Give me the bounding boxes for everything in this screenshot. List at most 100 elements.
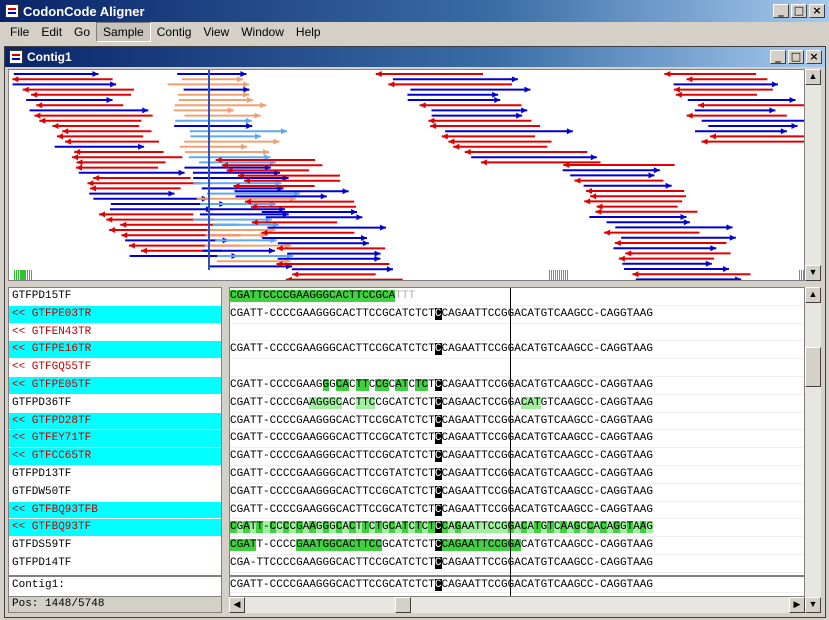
menu-sample[interactable]: Sample [96,22,151,42]
quality-tick [557,270,558,280]
read-sequence[interactable] [230,359,804,377]
read-sequence[interactable]: CGATT-CCCCGAAGGGCACTTCCGCATCTCTCCAGAATTC… [230,341,804,360]
read-sequence[interactable]: CGATTCCCCGAAGGGCACTTCCGCATTT [230,288,804,306]
read-arrowhead [480,159,487,166]
read-name[interactable]: GTFPD15TF [9,288,221,306]
read-sequence[interactable]: CGATT-CCCCGAAGGGCACTTCCGCATCTCTCCAGAATTC… [230,430,804,449]
menu-go[interactable]: Go [68,23,96,41]
read-arrowhead [76,164,83,171]
scroll-right-button[interactable]: ▶ [789,597,805,613]
read-arrowhead [120,221,127,228]
read-arrowhead [632,271,639,278]
read-arrowhead [448,138,455,145]
read-arrowhead [675,91,682,98]
overview-scrollbar[interactable]: ▲ ▼ [805,69,821,281]
read-sequence[interactable]: CGATT-CCCCGAAGGGCACTTCCGCATCTCTCCAGAATTC… [230,484,804,502]
read-sequence[interactable]: CGATT-CCCCGAAGGGCACTTCCGTATCTCTCCAGAATTC… [230,466,804,484]
quality-tick [563,270,564,280]
read-arrowhead [584,198,591,205]
read-arrowhead [430,123,437,129]
alignment-panel[interactable]: CGATTCCCCGAAGGGCACTTCCGCATTT CGATT-CCCCGA… [229,287,805,597]
contig-close-button[interactable]: × [806,50,822,64]
read-arrowhead [574,177,581,184]
read-sequence[interactable]: CGATT-CCCCGAAGGGCACTTCCGCATCTCTCCAGAATTC… [230,413,804,431]
read-name[interactable]: << GTFBQ93TFB [9,501,221,520]
read-arrowhead [56,133,63,140]
contig-maximize-button[interactable]: □ [788,50,804,64]
contig-title-bar[interactable]: Contig1 _ □ × [5,47,825,67]
menu-contig[interactable]: Contig [151,23,198,41]
menu-file[interactable]: File [4,23,35,41]
read-name[interactable]: << GTFEY71TF [9,430,221,449]
quality-tick [803,270,804,280]
read-arrowhead [705,260,712,267]
contig-overview[interactable] [8,69,805,281]
read-name[interactable]: << GTFPE05TF [9,376,221,395]
read-sequence[interactable]: CGATT-CCCCGAAGGGCACTTCTGCATCTCTCCAGAATTC… [230,519,804,538]
read-sequence[interactable]: CGA-TTCCCCGAAGGGCACTTCCGCATCTCTCCAGAATTC… [230,555,804,573]
contig-window: Contig1 _ □ × ▲ ▼ GTFPD15TF << GTFPE03TR <… [4,46,826,618]
quality-tick [18,270,19,280]
read-name[interactable]: GTFPD14TF [9,555,221,573]
cursor-line [510,288,511,596]
read-arrowhead [374,255,381,262]
read-name[interactable]: GTFDS59TF [9,537,221,555]
read-arrowhead [292,271,299,278]
read-arrowhead [722,266,729,272]
hscroll-thumb[interactable] [395,597,411,613]
read-arrowhead [771,81,778,88]
read-name[interactable]: << GTFBQ93TF [9,519,221,538]
read-name[interactable]: GTFPD36TF [9,395,221,413]
read-arrowhead [686,76,693,83]
app-title-bar[interactable]: CodonCode Aligner _ □ × [0,0,829,22]
minimize-button[interactable]: _ [773,4,789,18]
consensus-name[interactable]: Contig1: [9,574,221,593]
read-name[interactable]: << GTFGQ55TF [9,359,221,377]
read-sequence[interactable] [230,324,804,342]
read-arrowhead [356,214,363,221]
vscroll-down-button[interactable]: ▼ [805,597,821,613]
scroll-down-button[interactable]: ▼ [805,265,821,281]
read-name[interactable]: << GTFPD28TF [9,412,221,431]
read-arrowhead [280,128,287,135]
read-sequence[interactable]: CGATT-CCCCGAAGGGCACTTCCGCATCTCTCCAGAATTC… [230,377,804,395]
read-arrowhead [648,172,655,179]
scroll-left-button[interactable]: ◀ [229,597,245,613]
maximize-button[interactable]: □ [791,4,807,18]
quality-tick [561,270,562,280]
quality-tick [14,270,15,280]
read-arrowhead [246,97,253,103]
read-sequence[interactable]: CGATT-CCCCGAATGGCACTTCCGCATCTCTCCAGAATTC… [230,537,804,555]
menu-view[interactable]: View [197,23,235,41]
alignment-vscrollbar[interactable]: ▲ ▼ [805,287,821,613]
read-name[interactable]: << GTFCC65TR [9,448,221,466]
read-sequence[interactable]: CGATT-CCCCGAAGGGCACTTCCGCATCTCTCCAGAATTC… [230,306,804,324]
vscroll-thumb[interactable] [805,347,821,387]
read-name[interactable]: GTFPD13TF [9,466,221,484]
alignment-hscrollbar[interactable]: ◀ ▶ [229,597,805,613]
read-sequence[interactable]: CGATT-CCCCGAAGGGCACTTCCGCATCTCTCCAGAATTC… [230,448,804,466]
read-arrowhead [72,154,79,161]
read-name[interactable]: << GTFPE16TR [9,341,221,360]
menu-edit[interactable]: Edit [35,23,68,41]
read-arrowhead [168,190,175,197]
read-arrowhead [590,154,597,161]
read-arrowhead [263,149,270,155]
read-arrowhead [618,255,625,262]
read-arrowhead [374,250,381,257]
scroll-up-button[interactable]: ▲ [805,69,821,85]
read-name[interactable]: GTFDW50TF [9,484,221,502]
consensus-sequence[interactable]: CGATT-CCCCGAAGGGCACTTCCGCATCTCTCCAGAATTC… [230,574,804,593]
contig-minimize-button[interactable]: _ [770,50,786,64]
menu-help[interactable]: Help [290,23,327,41]
read-sequence[interactable]: CGATT-CCCCGAAGGGCACTTCCGCATCTCTCCAGAACTC… [230,395,804,413]
read-sequence[interactable]: CGATT-CCCCGAAGGGCACTTCCGCATCTCTCCAGAATTC… [230,502,804,520]
read-name[interactable]: << GTFEN43TR [9,324,221,342]
read-arrowhead [31,91,38,98]
vscroll-up-button[interactable]: ▲ [805,287,821,303]
read-name[interactable]: << GTFPE03TR [9,305,221,324]
close-button[interactable]: × [809,4,825,18]
read-overview-plot[interactable] [9,70,805,281]
menu-window[interactable]: Window [235,23,290,41]
read-arrowhead [255,133,262,140]
